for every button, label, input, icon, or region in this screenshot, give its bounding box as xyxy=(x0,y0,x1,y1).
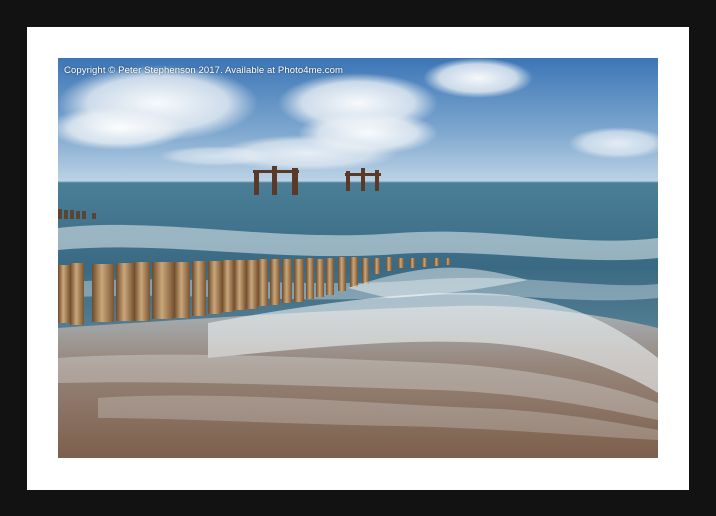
seascape-photo: Copyright © Peter Stephenson 2017. Avail… xyxy=(58,58,658,458)
copyright-watermark: Copyright © Peter Stephenson 2017. Avail… xyxy=(64,65,343,76)
